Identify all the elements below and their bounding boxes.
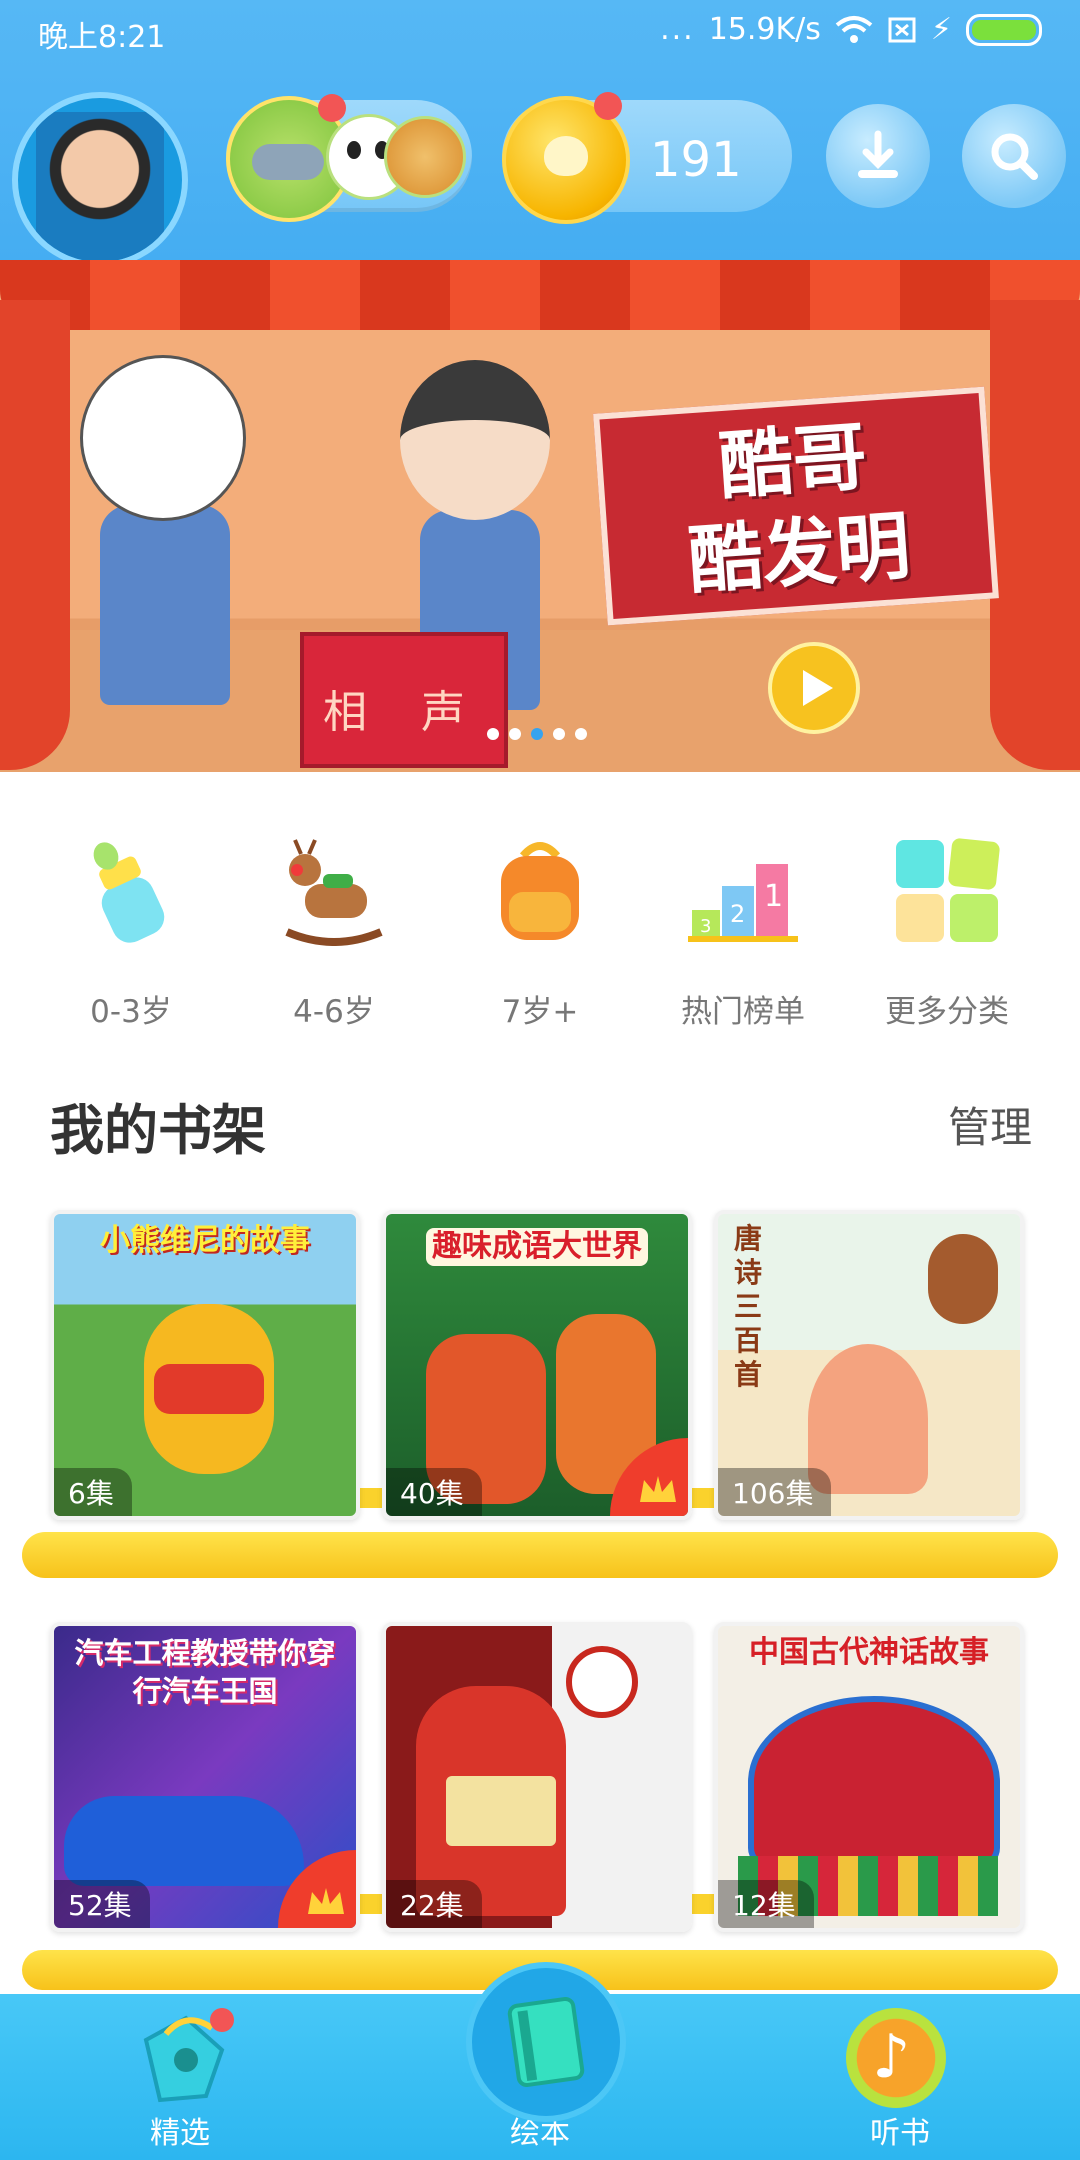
banner-title-badge: 酷哥 酷发明: [593, 386, 999, 626]
search-button[interactable]: [962, 104, 1066, 208]
category-0-3[interactable]: 0-3岁: [31, 836, 231, 1036]
book-title: 汽车工程教授带你穿行汽车王国: [74, 1636, 336, 1708]
banner-play-button[interactable]: [768, 642, 860, 734]
shelf-manage-button[interactable]: 管理: [948, 1094, 1032, 1155]
sim-icon: [888, 17, 916, 42]
book-title: 唐诗三百首: [734, 1222, 763, 1391]
category-7-plus[interactable]: 7岁+: [440, 836, 640, 1036]
shelf-title: 我的书架: [50, 1099, 266, 1162]
book-card[interactable]: 中国古代神话故事 12集: [714, 1622, 1024, 1932]
category-more[interactable]: 更多分类: [847, 836, 1047, 1036]
category-label: 7岁+: [501, 994, 579, 1030]
top-header: 晚上8:21 ... 15.9K/s ⚡ 191: [0, 0, 1080, 268]
avatar[interactable]: [12, 92, 188, 268]
network-speed: 15.9K/s: [708, 12, 821, 47]
cartoon-character-left: [60, 355, 260, 715]
status-icons: ... 15.9K/s ⚡: [660, 12, 1042, 47]
category-hot-rankings[interactable]: 3 2 1 热门榜单: [643, 836, 843, 1036]
grid-icon: [896, 838, 1000, 942]
carousel-dots: [487, 728, 587, 740]
book-title: 趣味成语大世界: [426, 1228, 648, 1266]
status-time: 晚上8:21: [38, 20, 166, 55]
book-episode-count: 52集: [54, 1880, 150, 1928]
svg-text:3: 3: [700, 916, 711, 937]
carousel-dot-active[interactable]: [531, 728, 543, 740]
animal-collection-button[interactable]: [226, 94, 472, 222]
crosstalk-table: 相 声: [300, 632, 508, 768]
category-4-6[interactable]: 4-6岁: [234, 836, 434, 1036]
book-illustration: [446, 1776, 556, 1846]
tab-listen[interactable]: ♪ 听书: [820, 1994, 980, 2160]
battery-icon: [966, 13, 1042, 46]
pooh-shirt: [154, 1364, 264, 1414]
search-icon: [991, 133, 1038, 180]
tab-picture-books[interactable]: [466, 1962, 626, 2122]
category-label: 热门榜单: [681, 994, 805, 1030]
carousel-dot[interactable]: [553, 728, 565, 740]
backpack-icon: [501, 842, 579, 940]
baby-bottle-icon: [93, 842, 165, 943]
download-icon: [858, 130, 898, 178]
status-dots: ...: [660, 12, 695, 47]
notification-dot: [210, 2008, 234, 2032]
book-episode-count: 106集: [718, 1468, 832, 1516]
book-episode-count: 6集: [54, 1468, 132, 1516]
book-episode-count: 12集: [718, 1880, 814, 1928]
stage-curtain-top: [0, 260, 1080, 330]
clock-illustration: [566, 1646, 638, 1718]
book-episode-count: 22集: [386, 1880, 482, 1928]
download-button[interactable]: [826, 104, 930, 208]
play-icon: [803, 670, 833, 706]
book-card[interactable]: 汽车工程教授带你穿行汽车王国 52集: [50, 1622, 360, 1932]
stage-curtain-right: [990, 300, 1080, 770]
car-illustration: [64, 1796, 304, 1886]
book-card[interactable]: 小熊维尼的故事 6集: [50, 1210, 360, 1520]
book-card[interactable]: 唐诗三百首 106集: [714, 1210, 1024, 1520]
crown-icon: [308, 1888, 344, 1914]
book-title: 小熊维尼的故事: [100, 1223, 310, 1258]
mythical-beast-illustration: [748, 1696, 1000, 1868]
category-label: 4-6岁: [293, 994, 375, 1030]
tab-featured[interactable]: 精选: [100, 1994, 260, 2160]
coin-count: 191: [650, 132, 742, 188]
coin-notification-dot: [594, 92, 622, 120]
category-label: 0-3岁: [90, 994, 172, 1030]
tab-label: 听书: [870, 2116, 930, 2151]
crosstalk-table-text: 相 声: [323, 687, 485, 738]
carousel-dot[interactable]: [487, 728, 499, 740]
notification-dot: [318, 94, 346, 122]
carousel-dot[interactable]: [575, 728, 587, 740]
promo-banner[interactable]: 相 声 酷哥 酷发明: [0, 260, 1080, 772]
monkey-illustration: [928, 1234, 998, 1324]
tab-label: 精选: [150, 2116, 210, 2151]
category-label: 更多分类: [885, 994, 1009, 1030]
book-title: 中国古代神话故事: [749, 1635, 989, 1670]
girl-illustration: [808, 1344, 928, 1494]
podium-icon: 3 2 1: [688, 864, 798, 942]
music-note-icon: ♪: [846, 2008, 946, 2108]
deer-icon: [384, 116, 466, 198]
wifi-icon: [835, 15, 873, 43]
status-bar: 晚上8:21 ... 15.9K/s ⚡: [0, 0, 1080, 60]
book-episode-count: 40集: [386, 1468, 482, 1516]
shelf-board: [22, 1532, 1058, 1578]
crown-icon: [640, 1476, 676, 1502]
avatar-photo: [36, 112, 164, 262]
rocking-horse-icon: [285, 839, 383, 946]
book-card[interactable]: 趣味成语大世界 40集: [382, 1210, 692, 1520]
book-card[interactable]: 22集: [382, 1622, 692, 1932]
svg-text:1: 1: [764, 879, 783, 914]
carousel-dot[interactable]: [509, 728, 521, 740]
charging-icon: ⚡: [930, 12, 952, 47]
svg-text:2: 2: [730, 900, 745, 928]
book-icon: [507, 1996, 585, 2088]
